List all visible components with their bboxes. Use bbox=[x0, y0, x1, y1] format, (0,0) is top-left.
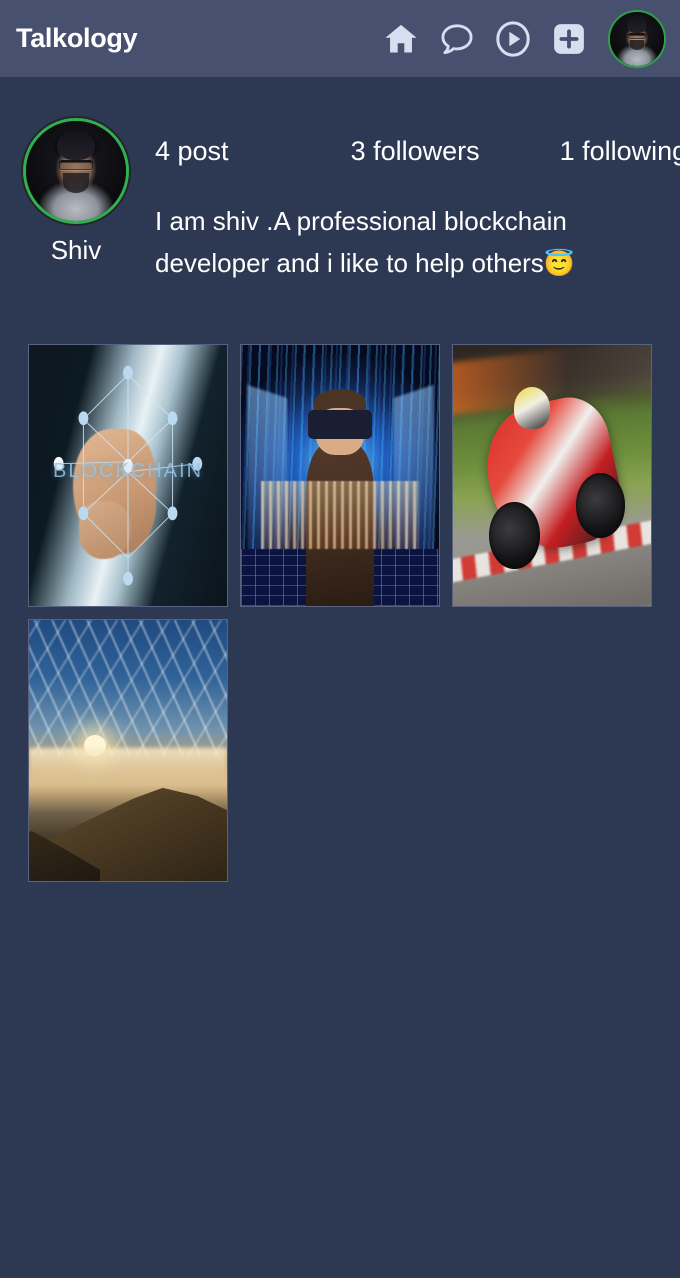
cloud-sea bbox=[29, 747, 227, 790]
profile-header-row: Shiv 4 post 3 followers 1 following I am… bbox=[0, 77, 680, 285]
portrait-beard bbox=[629, 39, 644, 51]
profile-avatar[interactable] bbox=[23, 118, 129, 224]
header-avatar-photo bbox=[610, 11, 664, 66]
profile-name: Shiv bbox=[50, 235, 102, 265]
post-grid: BLOCKCHAIN bbox=[28, 344, 654, 882]
home-icon[interactable] bbox=[380, 18, 422, 60]
halo-smile-emoji: 😇 bbox=[543, 250, 575, 279]
profile-details-column: 4 post 3 followers 1 following I am shiv… bbox=[152, 118, 680, 285]
moto-rider-helmet bbox=[514, 386, 550, 429]
play-circle-icon[interactable] bbox=[492, 18, 534, 60]
app-title: Talkology bbox=[16, 23, 138, 53]
portrait-beard bbox=[63, 173, 89, 193]
stat-following[interactable]: 1 following bbox=[560, 136, 680, 167]
profile-avatar-column: Shiv bbox=[0, 118, 152, 263]
plus-square-icon[interactable] bbox=[548, 18, 590, 60]
post-thumbnail-1[interactable]: BLOCKCHAIN bbox=[28, 344, 228, 607]
header-avatar[interactable] bbox=[608, 9, 666, 68]
post-thumbnail-2[interactable] bbox=[240, 344, 440, 607]
post-image-vr bbox=[241, 345, 439, 606]
vr-headset bbox=[308, 410, 372, 439]
post-image-mountain bbox=[29, 620, 227, 881]
post-caption: BLOCKCHAIN bbox=[52, 459, 204, 482]
profile-section: Shiv 4 post 3 followers 1 following I am… bbox=[0, 77, 680, 285]
moto-rear-wheel bbox=[575, 472, 626, 539]
profile-bio-text: I am shiv .A professional blockchain dev… bbox=[155, 206, 567, 279]
post-image-blockchain: BLOCKCHAIN bbox=[29, 345, 227, 606]
header-actions bbox=[380, 9, 666, 68]
app-header: Talkology bbox=[0, 0, 680, 77]
chat-bubble-icon[interactable] bbox=[436, 18, 478, 60]
stat-followers[interactable]: 3 followers bbox=[351, 136, 480, 167]
post-thumbnail-4[interactable] bbox=[28, 619, 228, 882]
post-image-motorcycle bbox=[453, 345, 651, 606]
vr-city-lights bbox=[260, 480, 420, 549]
stat-posts[interactable]: 4 post bbox=[155, 136, 229, 167]
profile-stats: 4 post 3 followers 1 following bbox=[152, 118, 680, 184]
post-thumbnail-3[interactable] bbox=[452, 344, 652, 607]
sky-contrails bbox=[29, 620, 227, 756]
profile-avatar-photo bbox=[26, 121, 126, 221]
moto-front-wheel bbox=[488, 501, 541, 570]
profile-bio: I am shiv .A professional blockchain dev… bbox=[152, 200, 644, 285]
